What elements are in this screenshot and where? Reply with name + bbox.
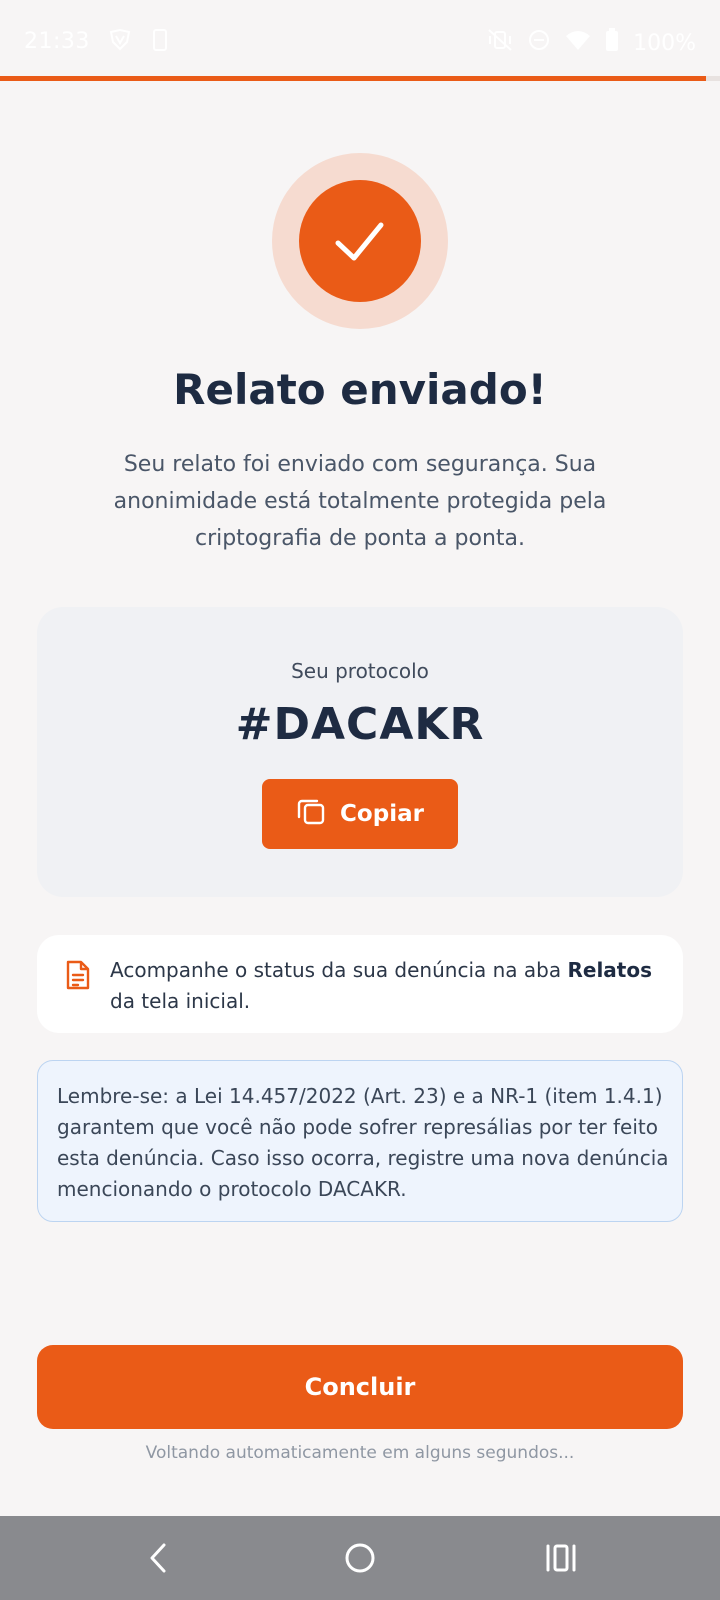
battery-percent: 100% — [633, 30, 696, 56]
success-message: Seu relato foi enviado com segurança. Su… — [113, 452, 607, 551]
auto-return-text: Voltando automaticamente em alguns segun… — [145, 1443, 575, 1463]
conclude-button[interactable]: Concluir — [37, 1345, 683, 1429]
page-title: Relato enviado! — [173, 365, 547, 414]
wifi-icon — [565, 29, 591, 57]
info-card: Acompanhe o status da sua denúncia na ab… — [37, 935, 683, 1033]
progress-fill — [0, 76, 706, 81]
protocol-card: Seu protocolo #DACAKR Copiar — [37, 607, 683, 897]
status-right-icons: 100% — [487, 28, 696, 58]
protocol-label: Seu protocolo — [291, 659, 429, 683]
success-badge — [299, 180, 421, 302]
progress-bar — [0, 76, 720, 81]
info-text-tab-name: Relatos — [567, 958, 653, 982]
copy-button[interactable]: Copiar — [262, 779, 458, 849]
info-text-end: da tela inicial. — [110, 989, 251, 1013]
status-bar: 21:33 100% — [0, 0, 720, 78]
document-icon — [65, 959, 91, 995]
protocol-code: #DACAKR — [235, 699, 485, 750]
phone-icon — [152, 28, 168, 58]
do-not-disturb-icon — [527, 28, 551, 58]
info-text-start: Acompanhe o status da sua denúncia na ab… — [110, 958, 568, 982]
recents-icon[interactable] — [544, 1540, 578, 1580]
status-time: 21:33 — [24, 29, 90, 54]
conclude-button-label: Concluir — [304, 1373, 416, 1401]
status-left-icons — [108, 28, 168, 58]
system-nav-bar — [0, 1516, 720, 1600]
copy-button-label: Copiar — [340, 801, 424, 827]
check-icon — [335, 222, 384, 261]
home-icon[interactable] — [343, 1540, 377, 1580]
back-icon[interactable] — [146, 1540, 170, 1580]
copy-icon — [296, 796, 326, 832]
vpn-shield-icon — [108, 28, 132, 58]
legal-notice-text: Lembre-se: a Lei 14.457/2022 (Art. 23) e… — [57, 1084, 669, 1201]
legal-notice: Lembre-se: a Lei 14.457/2022 (Art. 23) e… — [37, 1060, 683, 1222]
vibrate-off-icon — [487, 28, 513, 58]
info-text: Acompanhe o status da sua denúncia na ab… — [110, 955, 670, 1017]
battery-icon — [605, 28, 619, 58]
